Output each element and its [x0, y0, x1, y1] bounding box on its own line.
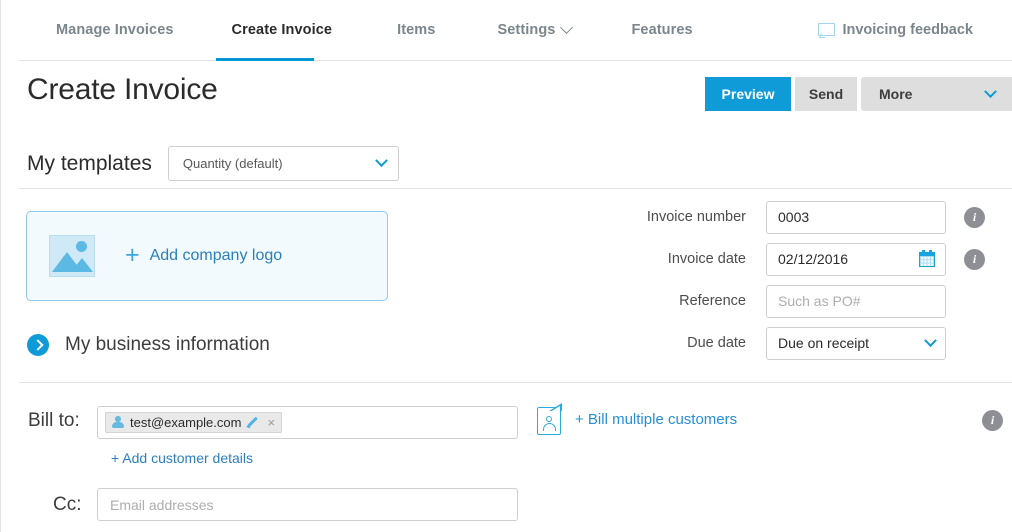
chevron-down-icon — [561, 21, 574, 34]
cc-input[interactable]: Email addresses — [97, 488, 518, 521]
customer-card-icon-shoulders — [543, 423, 556, 431]
preview-button-label: Preview — [722, 86, 775, 102]
due-date-value: Due on receipt — [778, 335, 869, 351]
invoice-number-row: Invoice number 0003 i — [621, 201, 985, 233]
cc-label: Cc: — [53, 494, 82, 516]
calendar-icon-grid — [919, 255, 935, 267]
circle-chevron-right-icon — [27, 334, 49, 356]
chevron-down-icon — [984, 85, 997, 98]
header-divider — [19, 188, 1012, 189]
bill-to-input[interactable]: test@example.com × — [97, 406, 518, 439]
cc-placeholder: Email addresses — [110, 497, 214, 513]
due-date-select[interactable]: Due on receipt — [766, 327, 946, 360]
bill-multiple-customers-label: + Bill multiple customers — [575, 411, 737, 428]
nav-item-label: Items — [397, 22, 435, 38]
more-button[interactable]: More — [861, 77, 1012, 111]
invoice-create-page: Manage Invoices Create Invoice Items Set… — [0, 0, 1012, 532]
nav-item-create-invoice[interactable]: Create Invoice — [232, 22, 333, 38]
chevron-down-icon — [924, 334, 937, 347]
invoice-number-label: Invoice number — [621, 209, 766, 225]
reference-placeholder: Such as PO# — [778, 293, 861, 309]
nav-item-manage-invoices[interactable]: Manage Invoices — [56, 22, 174, 38]
nav-item-label: Create Invoice — [232, 22, 333, 38]
invoice-date-row: Invoice date 02/12/2016 i — [621, 243, 985, 275]
reference-label: Reference — [621, 293, 766, 309]
more-button-label: More — [879, 86, 912, 102]
due-date-label: Due date — [621, 335, 766, 351]
chevron-down-icon — [375, 154, 388, 167]
my-business-information-label: My business information — [65, 334, 270, 356]
image-icon-sun — [76, 241, 87, 252]
nav-item-items[interactable]: Items — [397, 22, 435, 38]
person-icon-body — [112, 422, 124, 428]
close-icon[interactable]: × — [265, 416, 277, 429]
add-company-logo-label: Add company logo — [150, 247, 283, 265]
customer-chip-email: test@example.com — [130, 415, 241, 430]
top-navigation: Manage Invoices Create Invoice Items Set… — [1, 0, 1012, 61]
templates-row: My templates Quantity (default) — [27, 146, 399, 181]
invoice-number-input[interactable]: 0003 — [766, 201, 946, 234]
person-icon-head — [115, 416, 121, 422]
due-date-row: Due date Due on receipt — [621, 327, 985, 359]
nav-item-features[interactable]: Features — [631, 22, 692, 38]
invoice-date-input[interactable]: 02/12/2016 — [766, 243, 946, 276]
send-button[interactable]: Send — [795, 77, 857, 111]
add-company-logo-dropzone[interactable]: + Add company logo — [26, 211, 388, 301]
bill-to-label: Bill to: — [28, 410, 80, 432]
invoice-number-info-icon[interactable]: i — [964, 207, 985, 228]
invoice-date-label: Invoice date — [621, 251, 766, 267]
header-action-buttons: Preview Send More — [705, 77, 1012, 111]
calendar-icon[interactable] — [919, 252, 935, 267]
nav-item-label: Settings — [497, 22, 555, 38]
section-divider — [19, 382, 1012, 383]
template-select-value: Quantity (default) — [183, 156, 283, 171]
customer-card-icon — [535, 403, 563, 436]
person-icon — [111, 416, 124, 429]
invoice-date-info-icon[interactable]: i — [964, 249, 985, 270]
page-header: Create Invoice Preview Send More — [1, 61, 1012, 128]
template-select[interactable]: Quantity (default) — [168, 146, 399, 181]
speech-bubble-icon — [818, 23, 833, 37]
image-icon-hill-right — [71, 258, 93, 272]
bill-to-info-icon[interactable]: i — [982, 410, 1003, 431]
image-placeholder-icon — [49, 235, 95, 277]
invoice-details-form: Invoice number 0003 i Invoice date 02/12… — [621, 201, 985, 369]
reference-row: Reference Such as PO# — [621, 285, 985, 317]
nav-item-label: Features — [631, 22, 692, 38]
templates-label: My templates — [27, 152, 152, 176]
customer-chip[interactable]: test@example.com × — [105, 412, 282, 433]
pencil-icon[interactable] — [247, 417, 259, 429]
invoice-date-value: 02/12/2016 — [778, 251, 848, 267]
add-customer-details-link[interactable]: + Add customer details — [111, 450, 253, 466]
nav-item-label: Manage Invoices — [56, 22, 174, 38]
add-company-logo-cta[interactable]: + Add company logo — [125, 245, 282, 268]
reference-input[interactable]: Such as PO# — [766, 285, 946, 318]
my-business-information-toggle[interactable]: My business information — [27, 334, 270, 356]
nav-item-settings[interactable]: Settings — [497, 22, 571, 38]
plus-icon: + — [125, 243, 140, 268]
page-title: Create Invoice — [27, 73, 218, 107]
invoicing-feedback-link[interactable]: Invoicing feedback — [818, 0, 973, 60]
bill-multiple-customers-link[interactable]: + Bill multiple customers — [535, 403, 737, 436]
customer-card-icon-head — [546, 416, 552, 422]
customer-card-icon-fold-inner — [550, 406, 560, 412]
invoicing-feedback-label: Invoicing feedback — [842, 22, 973, 38]
invoice-number-value: 0003 — [778, 209, 809, 225]
send-button-label: Send — [809, 86, 843, 102]
nav-item-list: Manage Invoices Create Invoice Items Set… — [56, 0, 693, 60]
preview-button[interactable]: Preview — [705, 77, 791, 111]
